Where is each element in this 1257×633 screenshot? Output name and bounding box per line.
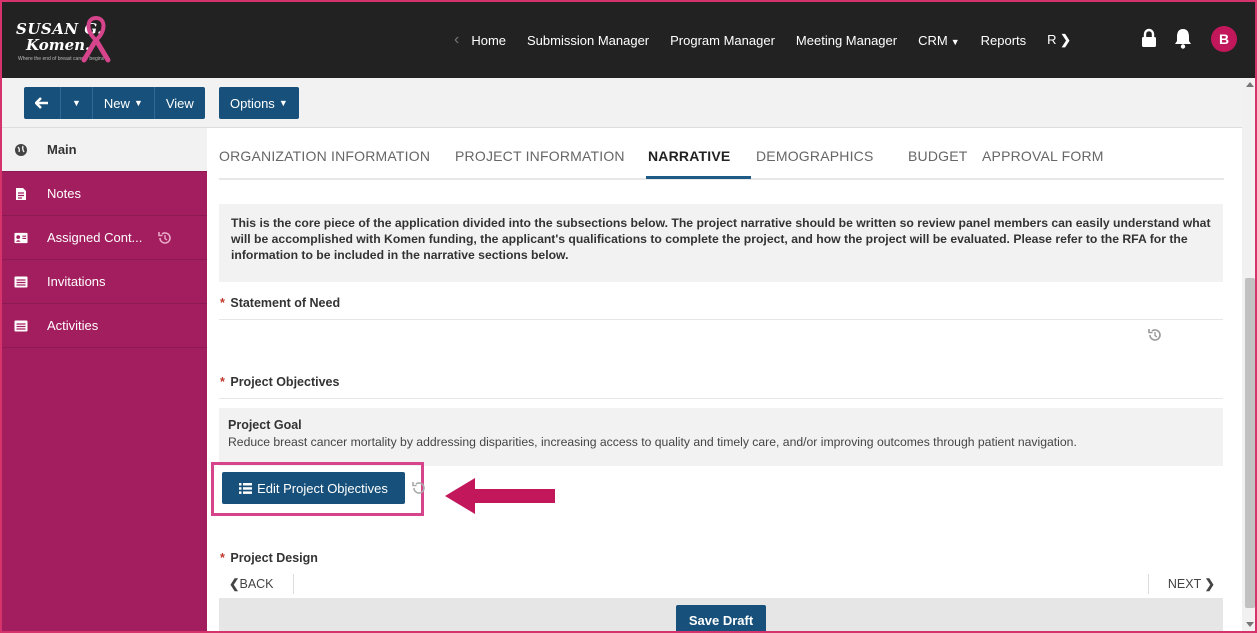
narrative-instructions: This is the core piece of the applicatio…: [219, 204, 1223, 282]
next-link[interactable]: NEXT ❯: [1168, 576, 1215, 591]
project-objectives-text: Project Objectives: [230, 375, 340, 389]
scroll-down-icon[interactable]: [1246, 622, 1254, 627]
nav-reports[interactable]: Reports: [981, 33, 1027, 48]
new-button-label: New: [103, 95, 130, 111]
top-icons: B: [1125, 26, 1237, 52]
nav-meeting-manager[interactable]: Meeting Manager: [796, 33, 897, 48]
caret-down-icon: ▼: [950, 36, 960, 47]
options-button-label: Options: [230, 95, 275, 111]
view-button[interactable]: View: [155, 87, 205, 119]
project-goal-box: Project Goal Reduce breast cancer mortal…: [219, 408, 1223, 466]
lock-icon[interactable]: [1141, 28, 1157, 51]
active-tab-indicator: [646, 176, 751, 179]
contact-card-icon: [14, 231, 28, 245]
options-button-inner: Options ▼: [219, 87, 299, 119]
history-icon[interactable]: [411, 480, 427, 499]
chevron-left-icon: ❮: [229, 577, 240, 591]
caret-down-icon: ▼: [133, 98, 143, 108]
save-bar: Save Draft: [219, 598, 1223, 631]
list-icon: [239, 482, 253, 494]
komen-logo[interactable]: SUSAN G. Komen. Where the end of breast …: [16, 14, 116, 68]
save-draft-button[interactable]: Save Draft: [676, 605, 766, 631]
tab-narrative[interactable]: NARRATIVE: [648, 148, 730, 164]
edit-project-objectives-label: Edit Project Objectives: [257, 480, 388, 496]
arrow-left-icon: [35, 97, 48, 109]
bell-icon[interactable]: [1173, 27, 1193, 52]
next-link-label: NEXT: [1167, 577, 1202, 591]
sidebar-item-label: Assigned Cont...: [47, 230, 143, 245]
history-icon[interactable]: [1147, 327, 1163, 346]
editor-bar: [293, 574, 1149, 594]
chevron-right-icon: ❯: [1204, 577, 1215, 591]
sidebar-item-assigned-contacts[interactable]: Assigned Cont...: [2, 216, 207, 260]
tab-project-information[interactable]: PROJECT INFORMATION: [455, 148, 625, 164]
sidebar-item-label: Notes: [47, 186, 81, 201]
history-dropdown-button[interactable]: ▼: [61, 87, 93, 119]
edit-project-objectives-button[interactable]: Edit Project Objectives: [222, 472, 405, 504]
project-goal-title: Project Goal: [228, 418, 302, 432]
nav-crm-label: CRM: [918, 32, 948, 48]
document-icon: [14, 187, 28, 201]
sidebar-item-notes[interactable]: Notes: [2, 172, 207, 216]
globe-icon: [14, 143, 28, 157]
scrollbar-thumb[interactable]: [1245, 278, 1255, 608]
statement-of-need-label: * Statement of Need: [220, 296, 340, 310]
scroll-up-icon[interactable]: [1246, 82, 1254, 87]
section-tabs: ORGANIZATION INFORMATION PROJECT INFORMA…: [219, 128, 1224, 180]
sidebar-item-label: Main: [47, 142, 77, 157]
caret-down-icon: ▼: [278, 98, 288, 108]
back-button[interactable]: [24, 87, 61, 119]
nav-home[interactable]: Home: [471, 33, 506, 48]
sidebar: Main Notes Assigned Cont... Invitations: [2, 128, 207, 631]
tab-organization-information[interactable]: ORGANIZATION INFORMATION: [219, 148, 430, 164]
nav-submission-manager[interactable]: Submission Manager: [527, 33, 649, 48]
sidebar-item-main[interactable]: Main: [2, 128, 207, 172]
caret-down-icon: ▼: [72, 98, 81, 108]
nav-r-label: R: [1047, 32, 1057, 47]
nav-scroll-right-icon: ❯: [1060, 32, 1072, 47]
required-marker: *: [220, 551, 225, 565]
main-nav: ‹ Home Submission Manager Program Manage…: [454, 2, 1092, 78]
required-marker: *: [220, 296, 225, 310]
tab-budget[interactable]: BUDGET: [908, 148, 968, 164]
tab-approval-form[interactable]: APPROVAL FORM: [982, 148, 1104, 164]
options-button[interactable]: Options ▼: [219, 87, 299, 119]
back-link[interactable]: ❮BACK: [229, 576, 274, 591]
user-avatar[interactable]: B: [1211, 26, 1237, 52]
project-design-text: Project Design: [230, 551, 318, 565]
nav-scroll-left-icon[interactable]: ‹: [454, 31, 459, 49]
project-objectives-label: * Project Objectives: [220, 375, 339, 389]
new-button[interactable]: New ▼: [93, 87, 155, 119]
list-box-icon: [14, 319, 28, 333]
divider: [219, 319, 1223, 320]
sidebar-item-label: Activities: [47, 318, 99, 333]
pink-ribbon-icon: [81, 15, 111, 63]
divider: [219, 398, 1223, 399]
sidebar-item-label: Invitations: [47, 274, 106, 289]
sidebar-item-invitations[interactable]: Invitations: [2, 260, 207, 304]
tab-demographics[interactable]: DEMOGRAPHICS: [756, 148, 874, 164]
toolbar-button-group: ▼ New ▼ View: [24, 87, 205, 119]
sidebar-item-activities[interactable]: Activities: [2, 304, 207, 348]
nav-crm[interactable]: CRM ▼: [918, 33, 960, 48]
history-icon[interactable]: [157, 230, 173, 249]
statement-of-need-text: Statement of Need: [230, 296, 341, 310]
project-design-label: * Project Design: [220, 551, 318, 565]
required-marker: *: [220, 375, 225, 389]
editor-nav-row: ❮BACK NEXT ❯: [219, 574, 1223, 596]
record-toolbar: ▼ New ▼ View Options ▼: [2, 78, 1242, 128]
app-frame: SUSAN G. Komen. Where the end of breast …: [0, 0, 1257, 633]
back-link-label: BACK: [239, 577, 274, 591]
callout-arrow-icon: [445, 478, 555, 514]
page-scrollbar[interactable]: [1242, 78, 1255, 631]
top-navbar: SUSAN G. Komen. Where the end of breast …: [2, 2, 1255, 78]
list-box-icon: [14, 275, 28, 289]
nav-r-truncated[interactable]: R ❯: [1047, 32, 1071, 48]
nav-program-manager[interactable]: Program Manager: [670, 33, 775, 48]
main-content: ORGANIZATION INFORMATION PROJECT INFORMA…: [207, 128, 1242, 631]
project-goal-text: Reduce breast cancer mortality by addres…: [228, 435, 1077, 449]
